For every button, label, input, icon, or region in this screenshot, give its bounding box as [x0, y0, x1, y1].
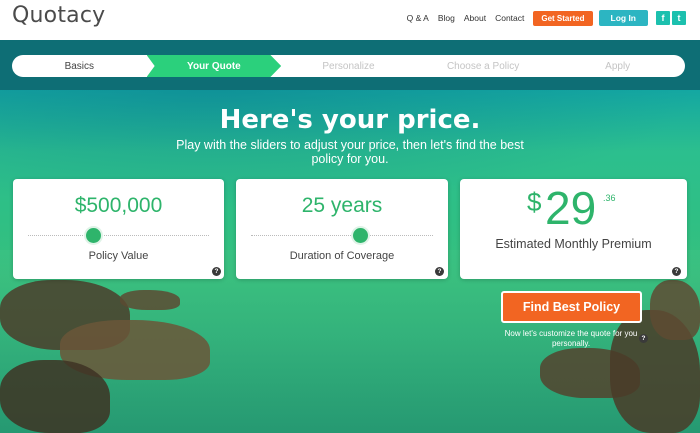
premium-currency: $	[527, 187, 542, 217]
help-icon[interactable]: ?	[672, 267, 681, 276]
get-started-button[interactable]: Get Started	[533, 10, 593, 26]
duration-card: 25 years Duration of Coverage ?	[236, 179, 448, 279]
duration-amount: 25 years	[301, 194, 383, 217]
help-icon[interactable]: ?	[639, 334, 648, 343]
step-basics[interactable]: Basics	[12, 55, 147, 77]
premium-dollars: 29	[545, 182, 597, 234]
site-header: Quotacy Q & A Blog About Contact Get Sta…	[0, 0, 700, 40]
policy-value-track[interactable]	[28, 235, 209, 236]
policy-value-amount: $500,000	[74, 194, 163, 217]
login-button[interactable]: Log In	[598, 10, 648, 26]
step-apply: Apply	[605, 60, 631, 72]
step-personalize: Personalize	[322, 60, 375, 72]
quotacy-logo[interactable]: Quotacy	[12, 3, 105, 28]
duration-slider[interactable]	[352, 228, 368, 243]
help-icon[interactable]: ?	[435, 267, 444, 276]
page-subtitle: Play with the sliders to adjust your pri…	[176, 138, 524, 166]
duration-track[interactable]	[251, 235, 433, 236]
nav-about[interactable]: About	[464, 13, 486, 23]
twitter-icon[interactable]: t	[672, 11, 686, 25]
policy-value-label: Policy Value	[88, 250, 149, 262]
premium-cents: .36	[603, 193, 616, 203]
nav-blog[interactable]: Blog	[438, 13, 455, 23]
policy-value-card: $500,000 Policy Value ?	[13, 179, 224, 279]
facebook-icon[interactable]: f	[656, 11, 670, 25]
step-your-quote: Your Quote	[146, 55, 282, 77]
find-best-policy-button[interactable]: Find Best Policy	[501, 291, 642, 323]
step-choose-policy: Choose a Policy	[446, 60, 520, 72]
nav-qa[interactable]: Q & A	[407, 13, 429, 23]
cta-subtext: Now let's customize the quote for you pe…	[504, 329, 638, 348]
nav-contact[interactable]: Contact	[495, 13, 524, 23]
help-icon[interactable]: ?	[212, 267, 221, 276]
page-title: Here's your price.	[219, 105, 481, 135]
premium-label: Estimated Monthly Premium	[495, 237, 652, 251]
progress-steps: Basics Your Quote Personalize Choose a P…	[12, 55, 685, 77]
duration-label: Duration of Coverage	[289, 250, 395, 262]
policy-value-slider[interactable]	[85, 228, 101, 243]
premium-card: $ 29 .36 Estimated Monthly Premium ?	[460, 179, 687, 279]
top-nav: Q & A Blog About Contact Get Started Log…	[407, 10, 686, 26]
